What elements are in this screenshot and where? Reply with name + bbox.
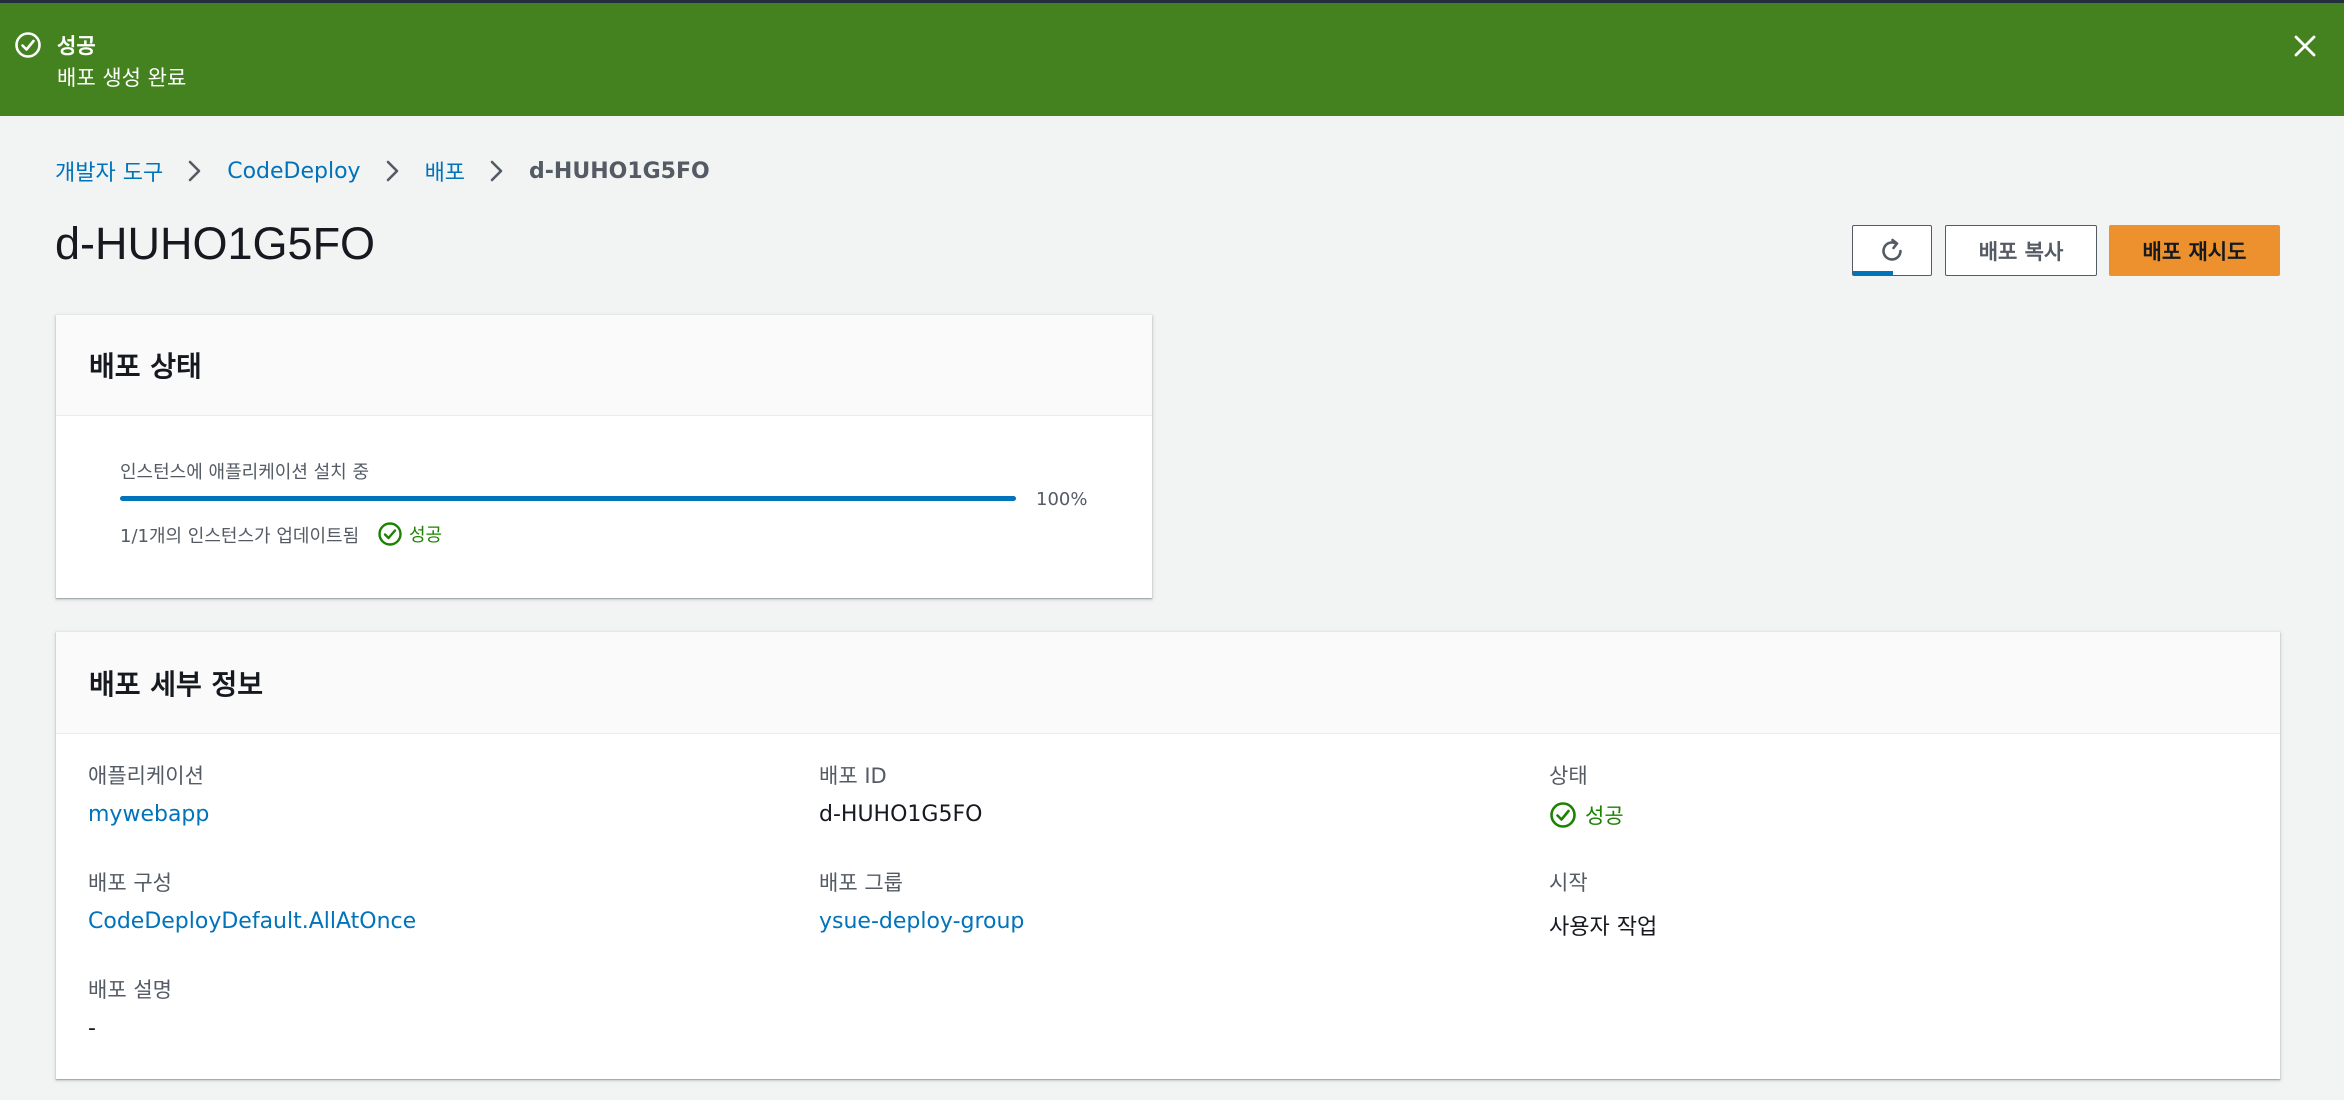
check-circle-icon xyxy=(378,522,402,546)
loading-indicator xyxy=(1853,271,1893,275)
deployment-id-value: d-HUHO1G5FO xyxy=(819,802,983,827)
close-icon[interactable] xyxy=(2288,29,2322,63)
breadcrumb-codedeploy[interactable]: CodeDeploy xyxy=(227,159,360,184)
started-label: 시작 xyxy=(1549,871,1588,895)
flash-message: 배포 생성 완료 xyxy=(57,66,187,90)
copy-deployment-button[interactable]: 배포 복사 xyxy=(1945,225,2097,276)
panel-header: 배포 세부 정보 xyxy=(56,632,2280,734)
status-value: 성공 xyxy=(1549,800,1624,830)
progress-bar xyxy=(120,496,1016,501)
flash-title: 성공 xyxy=(57,34,96,58)
status-label: 상태 xyxy=(1549,764,1588,788)
description-label: 배포 설명 xyxy=(88,978,172,1002)
chevron-right-icon xyxy=(383,156,403,186)
page-title: d-HUHO1G5FO xyxy=(55,218,376,269)
panel-title: 배포 상태 xyxy=(89,350,202,383)
started-value: 사용자 작업 xyxy=(1549,915,1658,940)
group-label: 배포 그룹 xyxy=(819,871,903,895)
progress-percent: 100% xyxy=(1036,489,1088,510)
breadcrumb-developer-tools[interactable]: 개발자 도구 xyxy=(55,155,163,187)
panel-header: 배포 상태 xyxy=(56,315,1152,416)
status-value-text: 성공 xyxy=(1585,804,1624,828)
check-circle-icon xyxy=(15,32,41,58)
description-value: - xyxy=(88,1016,96,1041)
chevron-right-icon xyxy=(185,156,205,186)
deployment-status-panel: 배포 상태 인스턴스에 애플리케이션 설치 중 100% 1/1개의 인스턴스가… xyxy=(56,315,1152,598)
success-flash-banner: 성공 배포 생성 완료 xyxy=(0,3,2344,116)
progress-label: 인스턴스에 애플리케이션 설치 중 xyxy=(120,462,370,483)
breadcrumb-current: d-HUHO1G5FO xyxy=(529,158,710,184)
progress-status: 성공 xyxy=(377,521,442,547)
chevron-right-icon xyxy=(487,156,507,186)
deployment-id-label: 배포 ID xyxy=(819,764,887,788)
refresh-button[interactable] xyxy=(1852,225,1932,276)
application-label: 애플리케이션 xyxy=(88,764,204,788)
deployment-details-panel: 배포 세부 정보 애플리케이션 mywebapp 배포 ID d-HUHO1G5… xyxy=(56,632,2280,1079)
progress-status-text: 성공 xyxy=(409,525,443,546)
instances-updated-text: 1/1개의 인스턴스가 업데이트됨 xyxy=(120,526,360,547)
config-label: 배포 구성 xyxy=(88,871,172,895)
breadcrumb: 개발자 도구 CodeDeploy 배포 d-HUHO1G5FO xyxy=(55,155,710,187)
progress-fill xyxy=(120,496,1016,501)
refresh-icon xyxy=(1882,238,1902,261)
config-link[interactable]: CodeDeployDefault.AllAtOnce xyxy=(88,909,416,934)
retry-deployment-button[interactable]: 배포 재시도 xyxy=(2109,225,2280,276)
application-link[interactable]: mywebapp xyxy=(88,802,209,827)
check-circle-icon xyxy=(1550,802,1576,828)
panel-title: 배포 세부 정보 xyxy=(89,668,264,701)
breadcrumb-deployments[interactable]: 배포 xyxy=(425,155,465,187)
group-link[interactable]: ysue-deploy-group xyxy=(819,909,1024,934)
